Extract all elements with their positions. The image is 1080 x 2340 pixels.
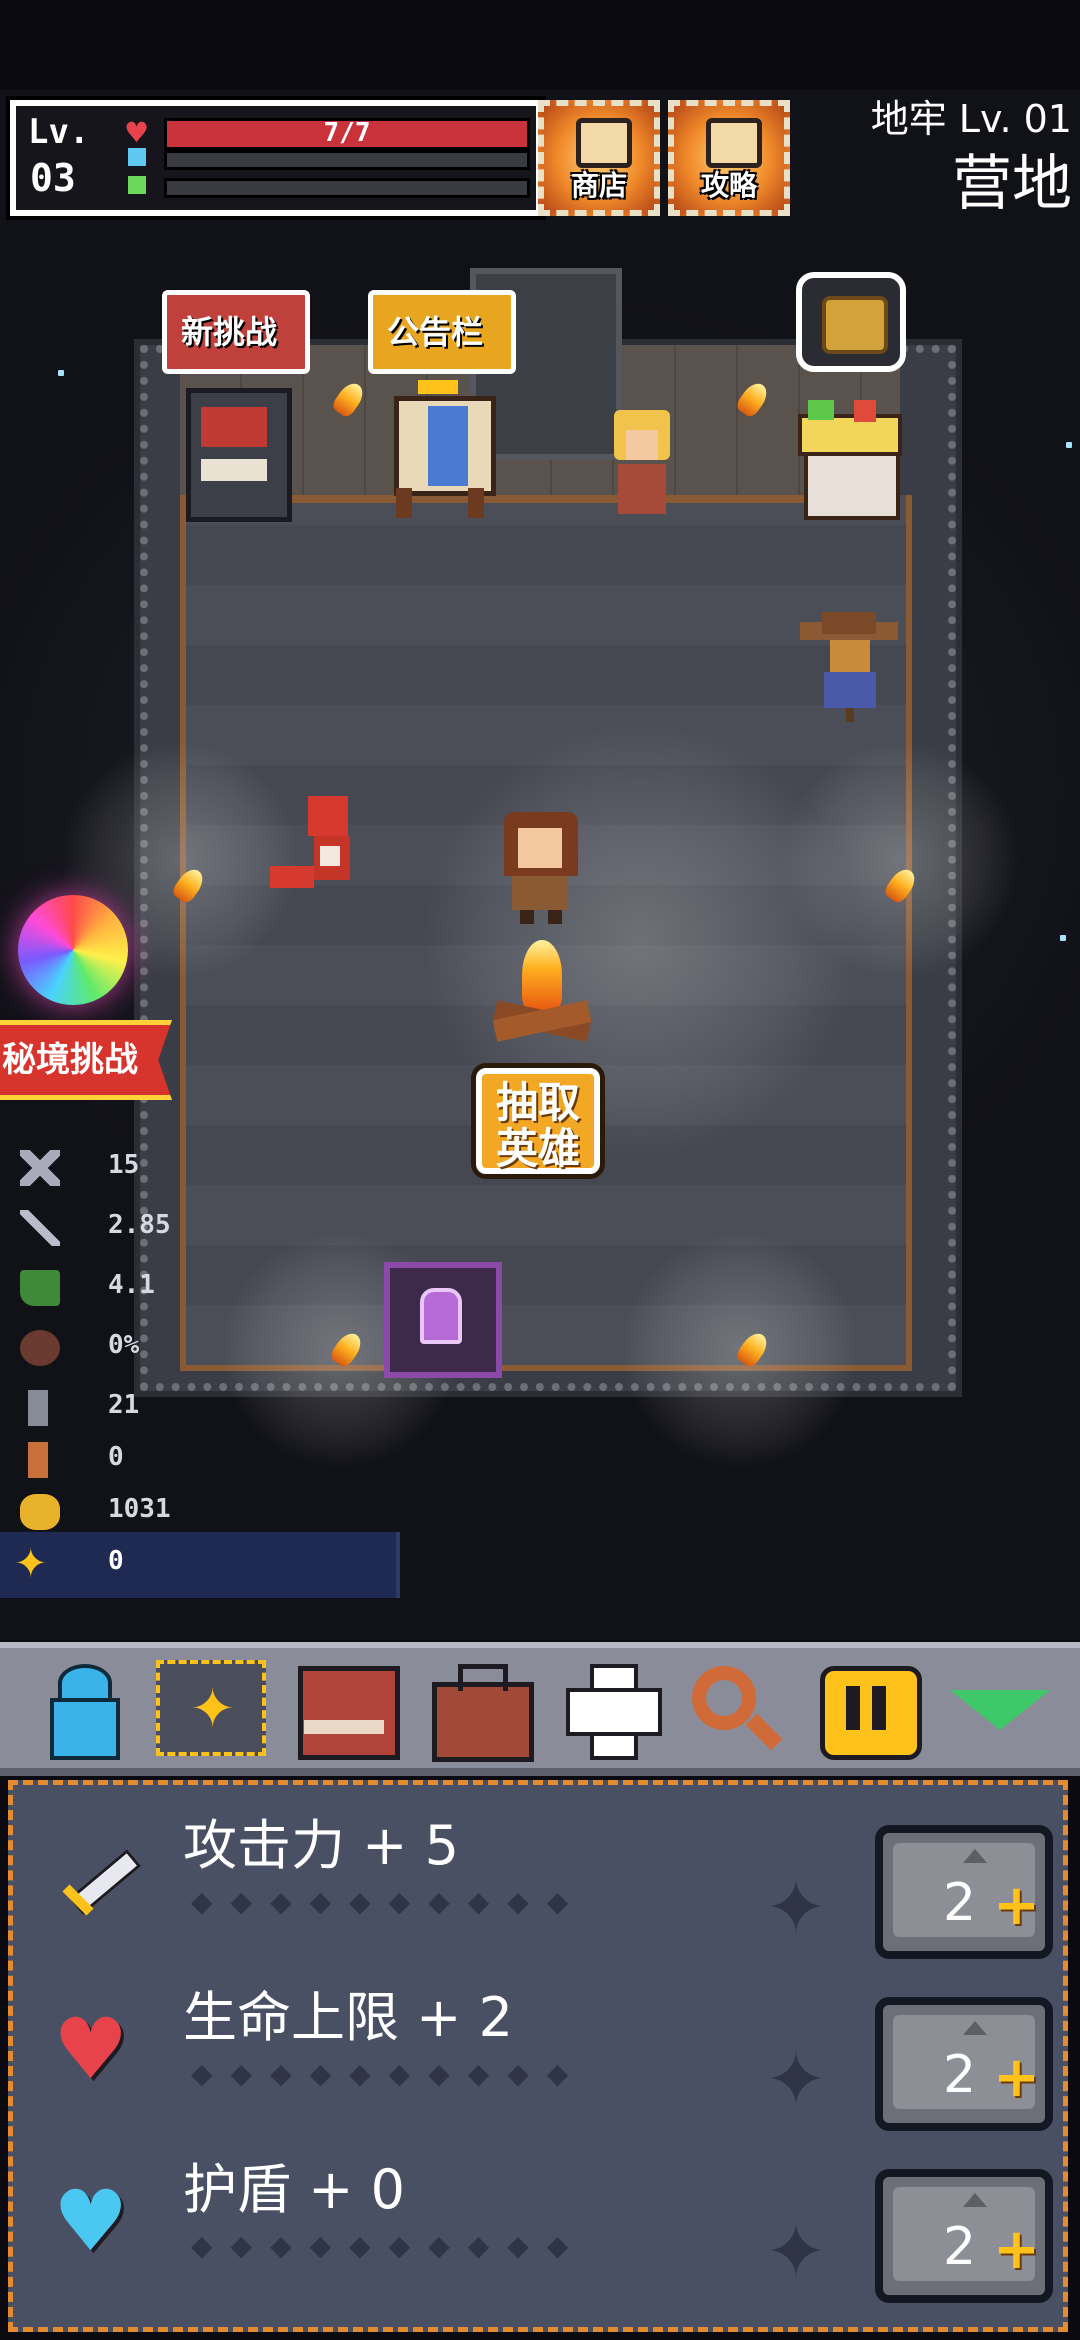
- notice-board-npc[interactable]: [388, 380, 496, 520]
- round-shield-icon: [20, 1330, 60, 1366]
- gem-counter: ✦ 0: [0, 1532, 400, 1598]
- plus-icon: +: [993, 2045, 1040, 2110]
- character-icon[interactable]: [28, 1660, 138, 1760]
- treasure-icon: [822, 296, 888, 354]
- secret-realm-button[interactable]: 秘境挑战: [0, 1020, 172, 1100]
- key-gray-icon: [28, 1390, 48, 1426]
- level-label: Lv.: [28, 112, 90, 152]
- plus-icon: +: [993, 2217, 1040, 2282]
- upgrade-attack-button[interactable]: 2 +: [875, 1825, 1053, 1959]
- energy-icon: [128, 176, 146, 194]
- campfire[interactable]: [492, 940, 592, 1050]
- progress-dots: ◆◆◆◆◆◆◆◆◆◆: [191, 2057, 587, 2090]
- gem-sparkle-icon: ✦: [14, 1541, 48, 1587]
- level-value: 03: [30, 156, 76, 200]
- new-challenge-sign[interactable]: 新挑战: [162, 290, 310, 374]
- upgrade-label: 生命上限 + 2: [183, 1986, 513, 2049]
- upgrade-shield-button[interactable]: 2 +: [875, 2169, 1053, 2303]
- arrow-up-icon: [963, 2021, 987, 2035]
- upgrade-sparkle-icon[interactable]: ✦: [156, 1660, 266, 1756]
- upgrade-panel: 攻击力 + 5 ◆◆◆◆◆◆◆◆◆◆ ✦ 2 + ♥ 生命上限 + 2 ◆◆◆◆…: [8, 1780, 1068, 2332]
- progress-goal-icon: ✦: [765, 2037, 828, 2123]
- bag-icon[interactable]: [424, 1660, 534, 1762]
- progress-goal-icon: ✦: [765, 1865, 828, 1951]
- hp-text: 7/7: [323, 118, 371, 148]
- hero-character[interactable]: [498, 812, 584, 924]
- heart-icon: ♥: [124, 116, 150, 149]
- progress-dots: ◆◆◆◆◆◆◆◆◆◆: [191, 2229, 587, 2262]
- stat-value: 21: [108, 1390, 140, 1420]
- plus-icon: +: [993, 1873, 1040, 1938]
- stat-value: 0: [108, 1442, 124, 1472]
- player-status-panel: Lv. 03 ♥ 7/7: [6, 96, 546, 220]
- energy-bar: [164, 178, 530, 198]
- star-icon: [1066, 442, 1072, 448]
- heal-cross-icon[interactable]: [556, 1660, 666, 1760]
- stat-value: 2.85: [108, 1210, 171, 1240]
- stat-value: 0: [108, 1546, 124, 1576]
- boot-icon: [20, 1270, 60, 1306]
- upgrade-cost: 2: [943, 2045, 977, 2105]
- upgrade-row-hp: ♥ 生命上限 + 2 ◆◆◆◆◆◆◆◆◆◆ ✦ 2 +: [13, 1957, 1073, 2131]
- blue-heart-icon: ♥: [53, 2172, 129, 2270]
- bottom-toolbar: ✦: [0, 1642, 1080, 1776]
- upgrade-row-attack: 攻击力 + 5 ◆◆◆◆◆◆◆◆◆◆ ✦ 2 +: [13, 1785, 1073, 1959]
- key-orange-icon: [28, 1442, 48, 1478]
- progress-dots: ◆◆◆◆◆◆◆◆◆◆: [191, 1885, 587, 1918]
- stat-value: 1031: [108, 1494, 171, 1524]
- stat-value: 15: [108, 1150, 140, 1180]
- upgrade-row-shield: ♥ 护盾 + 0 ◆◆◆◆◆◆◆◆◆◆ ✦ 2 +: [13, 2129, 1073, 2303]
- shop-label: 商店: [570, 169, 627, 202]
- shop-button[interactable]: 商店: [538, 100, 660, 216]
- merchant-stall[interactable]: [798, 400, 902, 520]
- shopping-bag-icon: [576, 118, 632, 168]
- shield-icon: [128, 148, 146, 166]
- heart-icon: ♥: [53, 2000, 129, 2098]
- scarecrow-npc[interactable]: [800, 612, 898, 722]
- hp-bar: 7/7: [164, 118, 530, 150]
- upgrade-label: 护盾 + 0: [183, 2158, 405, 2221]
- crossed-swords-icon: [20, 1150, 60, 1186]
- locked-chest[interactable]: [384, 1262, 502, 1378]
- star-icon: [1060, 935, 1066, 941]
- torch-glow: [780, 740, 1020, 980]
- star-icon: [58, 370, 64, 376]
- sword-icon: [53, 1837, 142, 1917]
- secret-realm-orb-icon[interactable]: [18, 895, 128, 1005]
- upgrade-hp-button[interactable]: 2 +: [875, 1997, 1053, 2131]
- scroll-icon: [706, 118, 762, 168]
- area-name: 营地: [952, 149, 1072, 219]
- stat-value: 4.1: [108, 1270, 155, 1300]
- arrow-up-icon: [963, 1849, 987, 1863]
- arcade-machine[interactable]: [186, 388, 292, 522]
- fox-pet[interactable]: [270, 796, 366, 906]
- gold-coin-icon: [20, 1494, 60, 1530]
- bulletin-board-sign[interactable]: 公告栏: [368, 290, 516, 374]
- arrow-up-icon: [963, 2193, 987, 2207]
- upgrade-cost: 2: [943, 1873, 977, 1933]
- upgrade-cost: 2: [943, 2217, 977, 2277]
- collapse-triangle-icon[interactable]: [944, 1660, 1054, 1756]
- sword-icon: [20, 1210, 60, 1246]
- merchant-speech-bubble[interactable]: [796, 272, 906, 372]
- upgrade-label: 攻击力 + 5: [183, 1814, 459, 1877]
- draw-hero-button[interactable]: 抽取英雄: [476, 1068, 600, 1174]
- book-icon[interactable]: [290, 1660, 400, 1760]
- blonde-npc[interactable]: [610, 410, 674, 520]
- stat-value: 0%: [108, 1330, 140, 1360]
- shield-bar: [164, 150, 530, 170]
- pause-icon[interactable]: [812, 1660, 922, 1760]
- guide-label: 攻略: [700, 169, 757, 202]
- progress-goal-icon: ✦: [765, 2209, 828, 2295]
- guide-button[interactable]: 攻略: [668, 100, 790, 216]
- search-icon[interactable]: [684, 1660, 794, 1756]
